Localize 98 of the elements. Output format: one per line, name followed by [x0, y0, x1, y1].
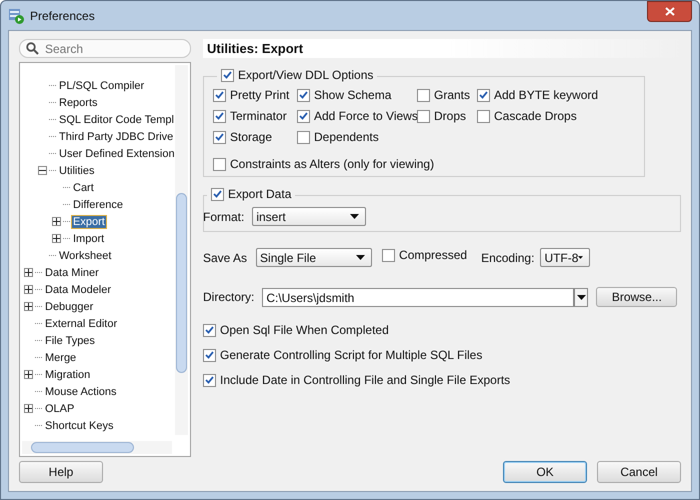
- checkbox[interactable]: [477, 88, 490, 102]
- checkbox[interactable]: [203, 348, 216, 362]
- checkbox[interactable]: [203, 374, 216, 386]
- expand-toggle[interactable]: [24, 404, 33, 413]
- app-icon: [8, 8, 24, 24]
- caret-icon: [576, 294, 586, 300]
- tree-item[interactable]: Cart: [71, 180, 96, 194]
- tree-item[interactable]: Shortcut Keys: [43, 418, 116, 432]
- checkbox[interactable]: [297, 88, 310, 102]
- expand-toggle[interactable]: [52, 217, 61, 226]
- checkbox-label: Open Sql File When Completed: [220, 323, 389, 337]
- dialog-button[interactable]: OK: [503, 461, 587, 483]
- checkbox-label: Add BYTE keyword: [494, 88, 598, 102]
- tree-item[interactable]: Debugger: [43, 300, 96, 314]
- tree-item[interactable]: Export: [71, 214, 107, 228]
- tree-item[interactable]: Worksheet: [57, 248, 114, 262]
- checkbox[interactable]: [213, 130, 226, 144]
- checkbox-label: Generate Controlling Script for Multiple SQL Files: [220, 348, 482, 362]
- scroll-thumb[interactable]: [176, 193, 187, 373]
- field-label: Format:: [203, 210, 244, 224]
- checkbox-label: Constraints as Alters (only for viewing): [230, 157, 434, 171]
- directory-field[interactable]: C:\Users\jdsmith: [262, 288, 574, 306]
- search-icon: [26, 42, 39, 55]
- expand-toggle[interactable]: [52, 234, 61, 243]
- plus-icon: [53, 235, 60, 242]
- close-button[interactable]: [647, 1, 692, 22]
- checkbox[interactable]: [417, 88, 430, 102]
- caret-icon: [350, 214, 360, 219]
- plus-icon: [25, 303, 32, 310]
- tree-item[interactable]: External Editor: [43, 316, 120, 330]
- checkbox[interactable]: [297, 130, 310, 144]
- caret-icon: [356, 255, 366, 260]
- checkbox-label: Compressed: [399, 248, 468, 262]
- tree-item[interactable]: OLAP: [43, 402, 76, 416]
- tree-item[interactable]: File Types: [43, 334, 97, 348]
- caret-icon: [578, 255, 584, 260]
- horizontal-scrollbar[interactable]: [22, 441, 172, 454]
- window-title: Preferences: [30, 8, 96, 22]
- collapse-toggle[interactable]: [38, 166, 47, 175]
- checkbox[interactable]: [221, 68, 234, 82]
- tree-item[interactable]: Mouse Actions: [43, 384, 119, 398]
- tree-item[interactable]: Data Miner: [43, 266, 101, 280]
- help-button[interactable]: Help: [19, 461, 103, 483]
- tree-item[interactable]: PL/SQL Compiler: [57, 78, 146, 92]
- plus-icon: [25, 405, 32, 412]
- save-as-dropdown[interactable]: Single File: [256, 248, 372, 267]
- tree-item[interactable]: Merge: [43, 350, 78, 364]
- expand-toggle[interactable]: [24, 302, 33, 311]
- expand-toggle[interactable]: [24, 268, 33, 277]
- checkbox-label: Drops: [434, 109, 466, 123]
- checkbox-label: Cascade Drops: [494, 109, 577, 123]
- checkbox[interactable]: [213, 110, 226, 122]
- plus-icon: [25, 269, 32, 276]
- dropdown-button[interactable]: [574, 288, 588, 306]
- tree-item[interactable]: Difference: [71, 198, 125, 212]
- scroll-thumb[interactable]: [31, 442, 134, 453]
- tree-item[interactable]: Reports: [57, 96, 100, 110]
- checkbox-label: Export/View DDL Options: [238, 68, 374, 82]
- field-label: Encoding:: [481, 250, 534, 264]
- checkbox-label: Grants: [434, 88, 470, 102]
- checkbox-label: Pretty Print: [230, 88, 290, 102]
- checkbox[interactable]: [213, 158, 226, 170]
- checkbox[interactable]: [382, 248, 396, 262]
- checkbox[interactable]: [477, 110, 490, 122]
- checkbox-label: Include Date in Controlling File and Single File Exports: [220, 373, 510, 387]
- tree-item[interactable]: Data Modeler: [43, 282, 114, 296]
- checkbox-label: Show Schema: [314, 88, 392, 102]
- plus-icon: [53, 218, 60, 225]
- checkbox-label: Storage: [230, 130, 272, 144]
- close-icon: [664, 7, 674, 16]
- vertical-scrollbar[interactable]: [175, 65, 188, 435]
- checkbox[interactable]: [297, 110, 310, 122]
- checkbox[interactable]: [417, 110, 430, 122]
- checkbox[interactable]: [211, 188, 224, 200]
- tree-item[interactable]: Migration: [43, 368, 92, 382]
- field-label: Save As: [203, 250, 248, 264]
- plus-icon: [25, 286, 32, 293]
- tree-item[interactable]: Utilities: [57, 164, 96, 178]
- checkbox-label: Export Data: [228, 187, 292, 201]
- checkbox-label: Add Force to Views: [314, 109, 418, 123]
- tree-item[interactable]: SQL Editor Code Templ: [57, 112, 176, 126]
- checkbox-label: Terminator: [230, 109, 287, 123]
- tree-item[interactable]: Third Party JDBC Drive: [57, 130, 176, 144]
- minus-icon: [39, 167, 46, 174]
- browse-button[interactable]: Browse...: [596, 287, 678, 307]
- checkbox[interactable]: [213, 88, 226, 102]
- search-field[interactable]: Search: [19, 39, 191, 58]
- dialog-button[interactable]: Cancel: [597, 461, 681, 483]
- expand-toggle[interactable]: [24, 370, 33, 379]
- plus-icon: [25, 371, 32, 378]
- tree-item[interactable]: User Defined Extension: [57, 146, 177, 160]
- tree-item[interactable]: Import: [71, 232, 106, 246]
- format-dropdown[interactable]: insert: [252, 207, 366, 226]
- encoding-dropdown[interactable]: UTF-8: [540, 248, 590, 267]
- field-label: Directory:: [203, 290, 254, 304]
- checkbox[interactable]: [203, 324, 216, 336]
- checkbox-label: Dependents: [314, 130, 379, 144]
- expand-toggle[interactable]: [24, 285, 33, 294]
